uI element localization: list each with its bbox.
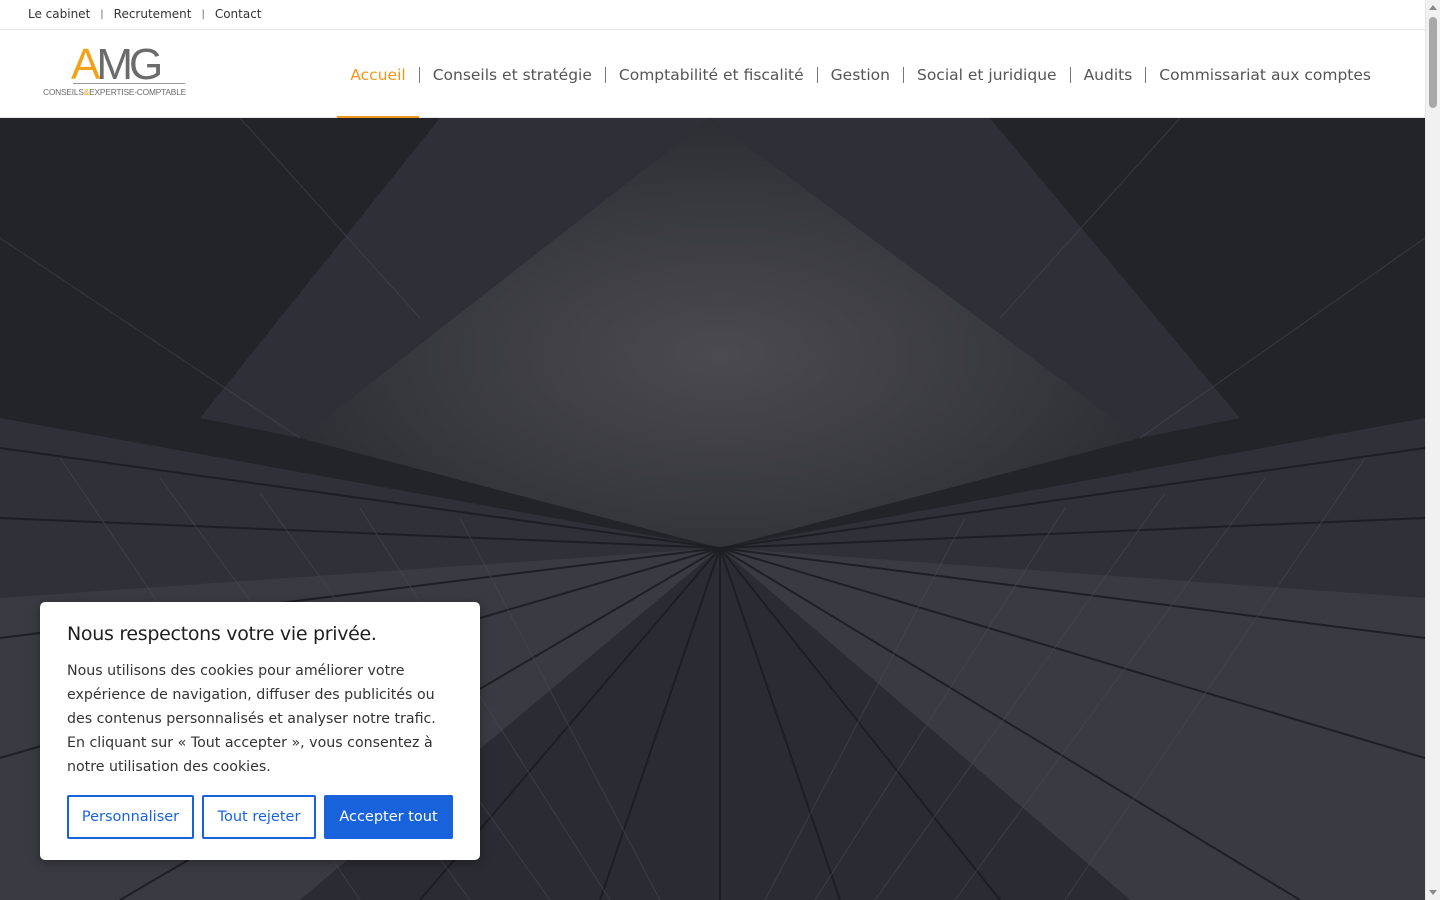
nav-item-gestion[interactable]: Gestion [818, 31, 903, 118]
cookie-consent-banner: Nous respectons votre vie privée. Nous u… [40, 602, 480, 860]
top-links: Le cabinet | Recrutement | Contact [28, 7, 262, 21]
logo-mark: AMG [71, 40, 163, 89]
customize-button[interactable]: Personnaliser [67, 795, 194, 839]
nav-item-accueil[interactable]: Accueil [337, 31, 420, 118]
nav-item-comptabilite-fiscalite[interactable]: Comptabilité et fiscalité [606, 31, 817, 118]
site-header: AMG CONSEILS&EXPERTISE-COMPTABLE Accueil… [0, 31, 1425, 118]
cookie-buttons: Personnaliser Tout rejeter Accepter tout [67, 795, 453, 839]
top-link-recrutement[interactable]: Recrutement [114, 7, 192, 21]
main-navigation: Accueil Conseils et stratégie Comptabili… [337, 31, 1384, 118]
nav-item-commissariat-comptes[interactable]: Commissariat aux comptes [1146, 31, 1384, 118]
amg-logo[interactable]: AMG CONSEILS&EXPERTISE-COMPTABLE [43, 43, 198, 101]
scroll-up-arrow-icon[interactable] [1429, 5, 1437, 10]
logo-rule [73, 83, 185, 84]
top-utility-bar: Le cabinet | Recrutement | Contact [0, 0, 1425, 30]
cookie-title: Nous respectons votre vie privée. [67, 623, 377, 645]
logo-tagline: CONSEILS&EXPERTISE-COMPTABLE [43, 87, 187, 97]
scroll-thumb[interactable] [1429, 17, 1437, 108]
top-link-separator: | [201, 8, 205, 20]
accept-all-button[interactable]: Accepter tout [324, 795, 453, 839]
top-link-separator: | [100, 8, 104, 20]
nav-item-conseils-strategie[interactable]: Conseils et stratégie [420, 31, 605, 118]
top-link-contact[interactable]: Contact [215, 7, 262, 21]
page-scrollbar[interactable] [1425, 0, 1440, 900]
nav-item-audits[interactable]: Audits [1071, 31, 1146, 118]
scroll-down-arrow-icon[interactable] [1429, 890, 1437, 895]
top-link-le-cabinet[interactable]: Le cabinet [28, 7, 90, 21]
reject-all-button[interactable]: Tout rejeter [202, 795, 316, 839]
nav-item-social-juridique[interactable]: Social et juridique [904, 31, 1070, 118]
cookie-text: Nous utilisons des cookies pour améliore… [67, 663, 436, 775]
